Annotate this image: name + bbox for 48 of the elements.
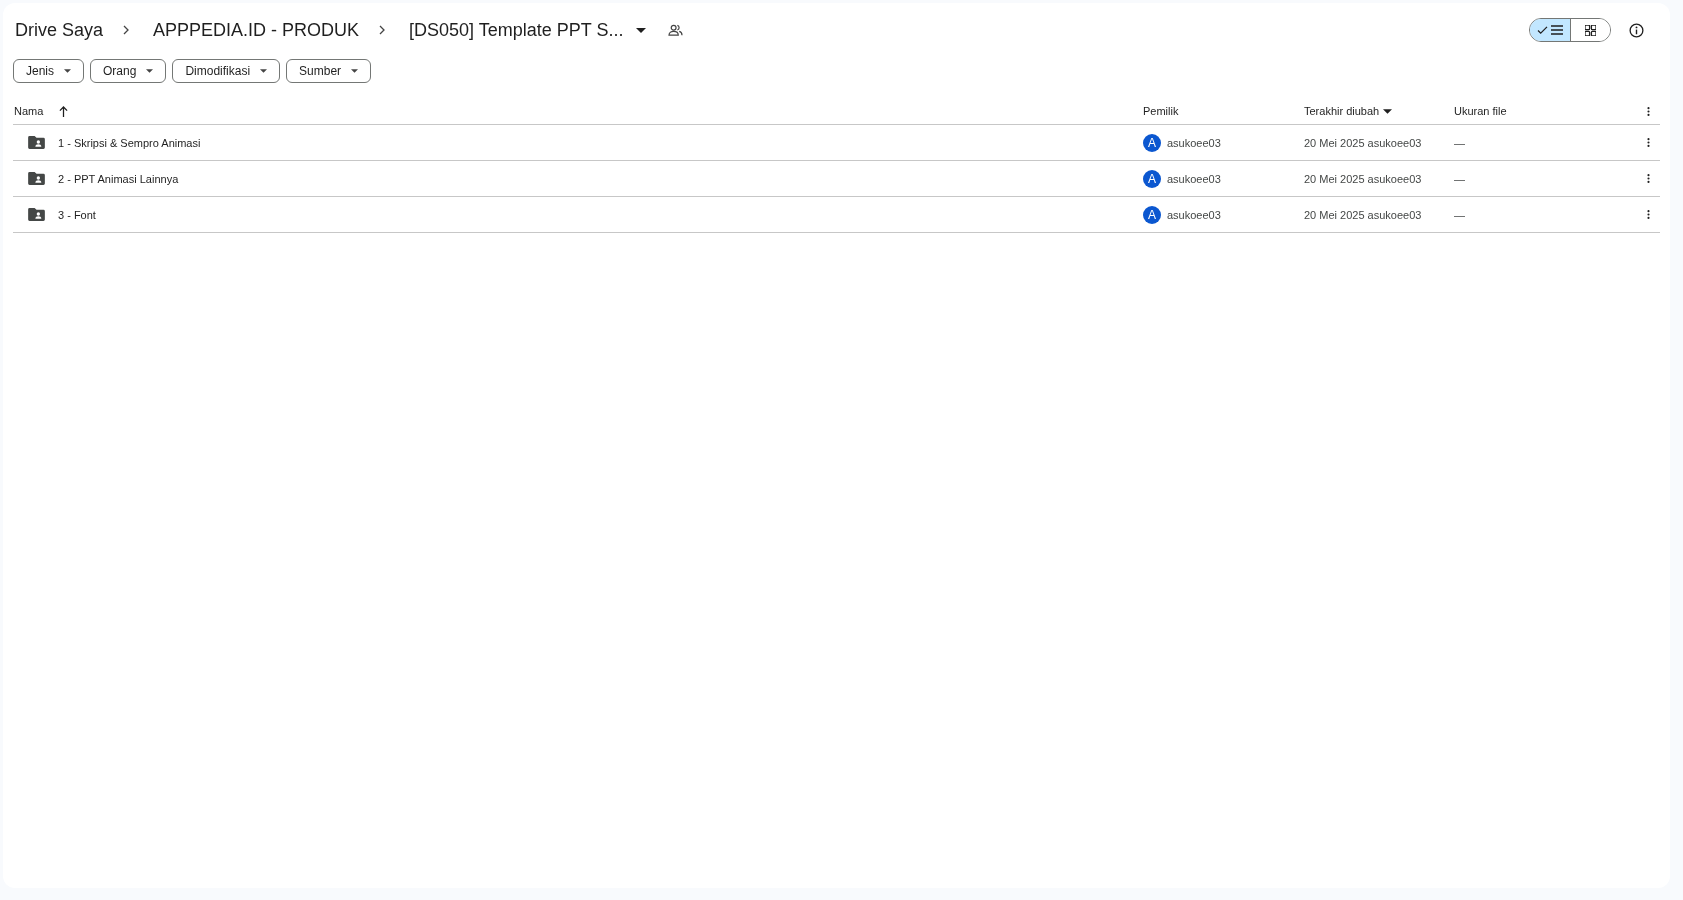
modified-date: 20 Mei 2025 asukoee03 <box>1304 208 1422 221</box>
more-vertical-icon[interactable] <box>1646 173 1650 184</box>
column-header[interactable]: Terakhir diubah <box>1304 105 1380 117</box>
avatar: A <box>1143 169 1161 188</box>
folder-name[interactable]: 3 - Font <box>58 208 96 221</box>
list-icon <box>1551 25 1563 35</box>
column-header[interactable]: Nama <box>13 105 44 117</box>
people-icon[interactable] <box>667 23 683 37</box>
grid-icon <box>1585 24 1596 36</box>
info-icon[interactable] <box>1629 22 1644 38</box>
shared-folder-icon <box>28 208 45 221</box>
filter-chip[interactable]: Jenis <box>13 59 84 83</box>
file-size: — <box>1454 208 1465 221</box>
file-size: — <box>1454 136 1465 149</box>
column-header[interactable]: Ukuran file <box>1454 105 1507 117</box>
caret-down-icon[interactable] <box>635 27 646 33</box>
modified-date: 20 Mei 2025 asukoee03 <box>1304 172 1422 185</box>
more-vertical-icon[interactable] <box>1646 209 1650 220</box>
caret-down-icon <box>260 69 268 73</box>
checkmark-icon <box>1537 25 1548 35</box>
shared-folder-icon <box>28 136 45 149</box>
caret-down-icon <box>146 69 154 73</box>
breadcrumb-link[interactable]: APPPEDIA.ID - PRODUK <box>151 15 362 45</box>
shared-folder-icon <box>28 172 45 185</box>
modified-date: 20 Mei 2025 asukoee03 <box>1304 136 1422 149</box>
view-toggle[interactable] <box>1529 18 1611 42</box>
caret-down-icon <box>351 69 359 73</box>
filter-chip[interactable]: Orang <box>90 59 167 83</box>
file-size: — <box>1454 172 1465 185</box>
list-view-button[interactable] <box>1530 19 1570 41</box>
more-vertical-icon[interactable] <box>1646 105 1650 117</box>
column-header[interactable]: Pemilik <box>1143 105 1179 117</box>
breadcrumb-link[interactable]: [DS050] Template PPT S... <box>407 15 648 45</box>
more-vertical-icon[interactable] <box>1646 137 1650 148</box>
owner-name: asukoee03 <box>1167 172 1221 185</box>
folder-name[interactable]: 1 - Skripsi & Sempro Animasi <box>58 136 201 149</box>
filter-chip[interactable]: Dimodifikasi <box>172 59 281 83</box>
folder-name[interactable]: 2 - PPT Animasi Lainnya <box>58 172 179 185</box>
caret-down-icon <box>64 69 71 73</box>
owner-name: asukoee03 <box>1167 208 1221 221</box>
grid-view-button[interactable] <box>1570 19 1610 41</box>
avatar: A <box>1143 133 1161 152</box>
filter-chip[interactable]: Sumber <box>286 59 372 83</box>
caret-down-icon[interactable] <box>1383 108 1393 114</box>
arrow-up-icon[interactable] <box>59 105 69 117</box>
breadcrumb-link[interactable]: Drive Saya <box>13 15 106 45</box>
owner-name: asukoee03 <box>1167 136 1221 149</box>
avatar: A <box>1143 205 1161 224</box>
